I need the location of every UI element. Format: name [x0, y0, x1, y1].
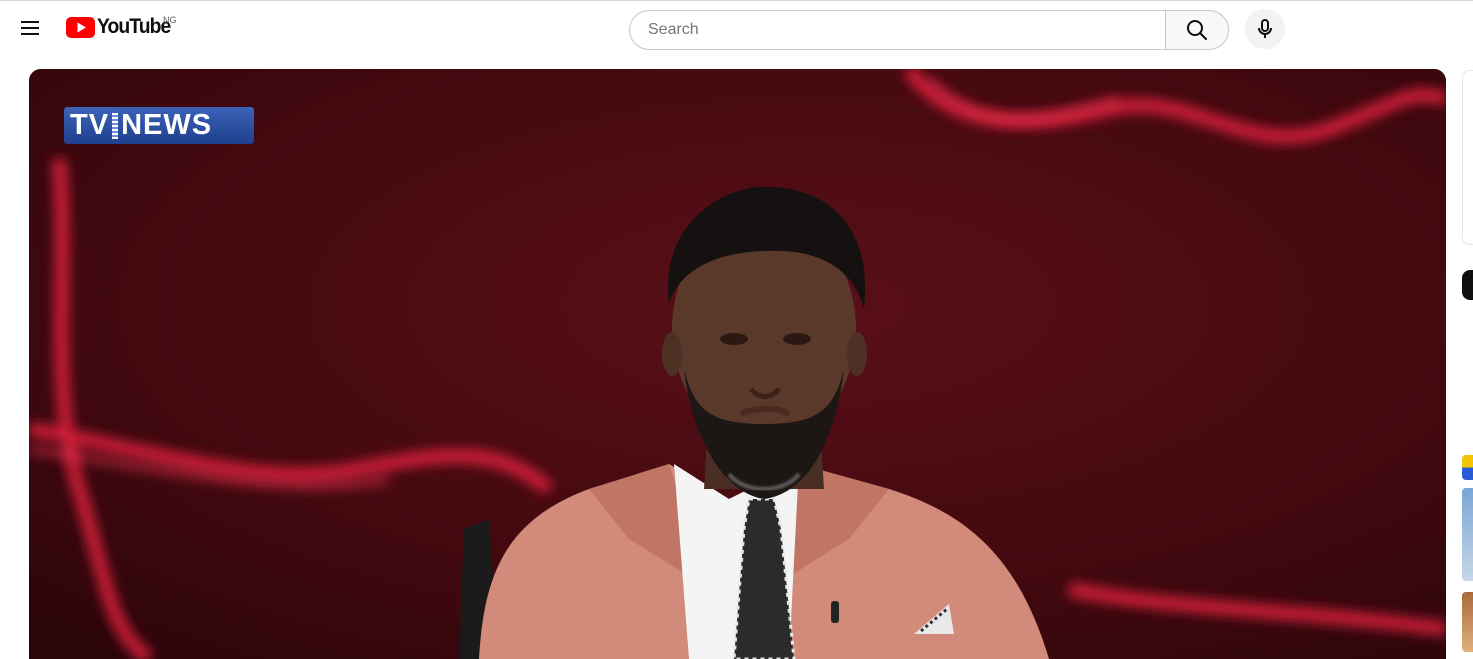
channel-bug-left: TV: [70, 109, 110, 141]
masthead: YouTube NG: [0, 0, 1473, 56]
channel-bug-right: NEWS: [121, 109, 213, 141]
logo-wordmark: YouTube: [97, 15, 171, 38]
country-code: NG: [163, 15, 177, 25]
microphone-icon: [1258, 19, 1272, 38]
youtube-logo[interactable]: YouTube: [66, 15, 177, 39]
sidebar-card-edge[interactable]: [1462, 70, 1473, 245]
voice-search-button[interactable]: [1245, 9, 1285, 49]
search-box[interactable]: [629, 10, 1166, 50]
guide-menu-button[interactable]: [12, 10, 48, 46]
sidebar-thumbnail-edge[interactable]: [1462, 488, 1473, 581]
search-icon: [1187, 20, 1207, 40]
channel-bug-separator: [112, 112, 119, 139]
video-player[interactable]: TV NEWS: [29, 69, 1446, 659]
search-button[interactable]: [1165, 10, 1229, 50]
video-frame: [29, 69, 1446, 659]
tvc-news-logo: TV NEWS: [64, 107, 254, 144]
hamburger-menu-icon: [21, 21, 39, 35]
youtube-play-icon: [66, 16, 95, 38]
sidebar-thumbnail-edge[interactable]: [1462, 592, 1473, 652]
sidebar-chip-edge[interactable]: [1462, 270, 1473, 300]
sidebar-thumbnail-edge[interactable]: [1462, 455, 1473, 480]
search-input[interactable]: [646, 20, 1150, 40]
